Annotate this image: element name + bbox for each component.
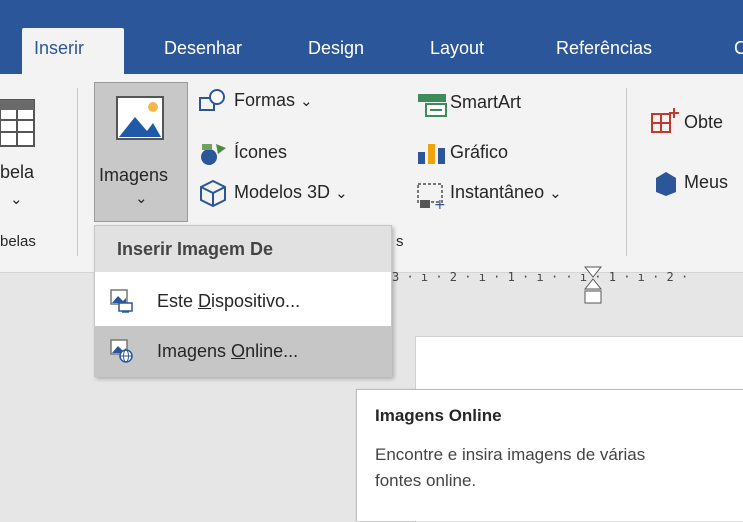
smartart-icon — [418, 94, 447, 117]
svg-text:+: + — [434, 197, 446, 210]
table-icon — [0, 99, 35, 147]
menu-item-online-pictures-label: Imagens Online... — [157, 341, 299, 361]
images-chevron-icon: ⌄ — [135, 190, 148, 207]
shapes-button[interactable]: Formas ⌄ — [234, 90, 313, 111]
menu-header: Inserir Imagem De — [95, 226, 391, 272]
icons-button[interactable]: Ícones — [234, 142, 287, 163]
add-ins-icon — [651, 108, 679, 133]
group-label-fragment: s — [396, 233, 404, 250]
images-button-label: Imagens — [99, 165, 169, 185]
shapes-icon — [199, 89, 225, 111]
screenshot-icon: + — [417, 183, 446, 210]
screenshot-button[interactable]: Instantâneo ⌄ — [450, 182, 562, 203]
tooltip-description: Encontre e insira imagens de várias font… — [375, 445, 646, 490]
table-chevron-icon[interactable]: ⌄ — [10, 190, 23, 208]
indent-marker-icon[interactable] — [584, 266, 602, 308]
group-divider-2 — [626, 88, 627, 256]
menu-item-online-pictures[interactable]: Imagens Online... — [95, 326, 391, 376]
get-add-ins-button[interactable]: Obte — [684, 112, 723, 133]
chart-button[interactable]: Gráfico — [450, 142, 508, 163]
ribbon-tab-bar: Inserir Desenhar Design Layout Referênci… — [0, 0, 743, 82]
my-add-ins-icon — [656, 172, 676, 196]
tooltip-title: Imagens Online — [375, 406, 502, 425]
3d-models-icon — [200, 179, 226, 208]
chart-icon — [418, 144, 445, 164]
online-picture-icon — [110, 339, 133, 363]
my-add-ins-button[interactable]: Meus — [684, 172, 728, 193]
picture-icon — [116, 96, 164, 140]
online-pictures-tooltip: Imagens Online Encontre e insira imagens… — [356, 389, 743, 521]
table-group-label: belas — [0, 233, 36, 250]
3d-models-button[interactable]: Modelos 3D ⌄ — [234, 182, 348, 203]
table-button-label[interactable]: bela — [0, 162, 34, 183]
smartart-button[interactable]: SmartArt — [450, 92, 521, 113]
group-divider — [77, 88, 78, 256]
insert-image-dropdown: Inserir Imagem De Este Dispositivo... Im… — [94, 225, 392, 377]
images-button[interactable]: Imagens ⌄ — [94, 82, 188, 222]
menu-item-this-device-label: Este Dispositivo... — [157, 291, 301, 311]
device-picture-icon — [110, 289, 133, 313]
icons-icon — [201, 144, 226, 165]
menu-item-this-device[interactable]: Este Dispositivo... — [95, 276, 391, 326]
horizontal-ruler[interactable]: 3 · ı · 2 · ı · 1 · ı · · ı · 1 · ı · 2 … — [392, 262, 743, 292]
ruler-text: 3 · ı · 2 · ı · 1 · ı · · ı · 1 · ı · 2 … — [392, 270, 689, 284]
